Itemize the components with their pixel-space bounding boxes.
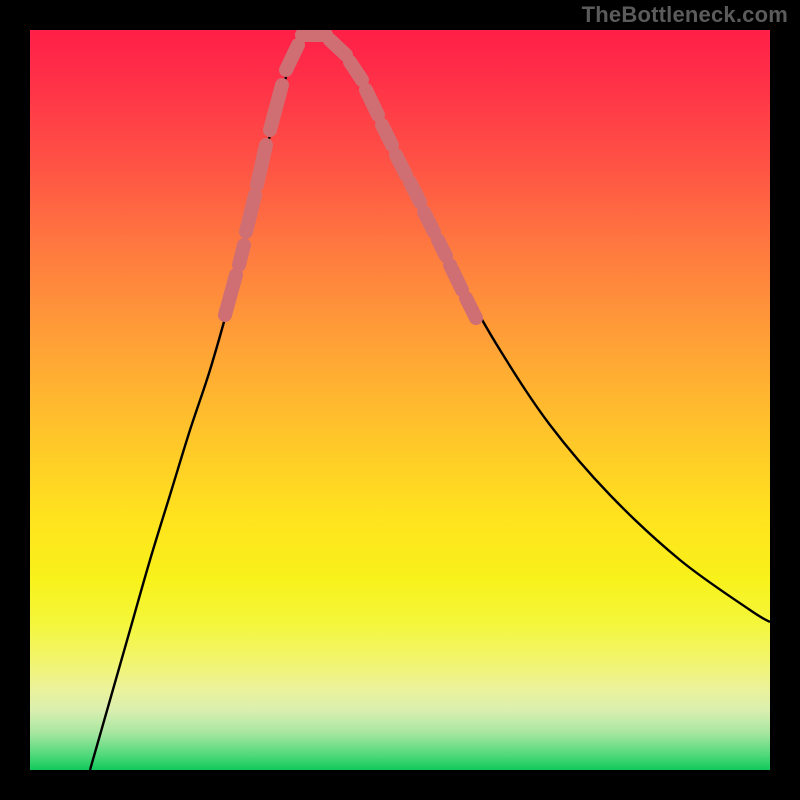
marker-dash [225, 275, 236, 315]
marker-segments [225, 35, 476, 318]
curve-svg [30, 30, 770, 770]
marker-dash [257, 145, 266, 185]
chart-stage: TheBottleneck.com [0, 0, 800, 800]
marker-dash [366, 90, 378, 115]
marker-dash [438, 240, 446, 256]
marker-dash [466, 298, 476, 318]
marker-dash [410, 182, 420, 202]
marker-dash [270, 85, 282, 130]
marker-dash [382, 125, 392, 145]
marker-dash [246, 195, 255, 232]
marker-dash [424, 212, 434, 232]
marker-dash [396, 155, 406, 175]
marker-dash [286, 45, 298, 70]
bottleneck-curve [90, 31, 770, 770]
marker-dash [350, 62, 362, 80]
watermark-text: TheBottleneck.com [582, 2, 788, 28]
marker-dash [450, 265, 462, 290]
marker-dash [330, 40, 346, 55]
marker-dash [239, 245, 244, 265]
plot-area [30, 30, 770, 770]
